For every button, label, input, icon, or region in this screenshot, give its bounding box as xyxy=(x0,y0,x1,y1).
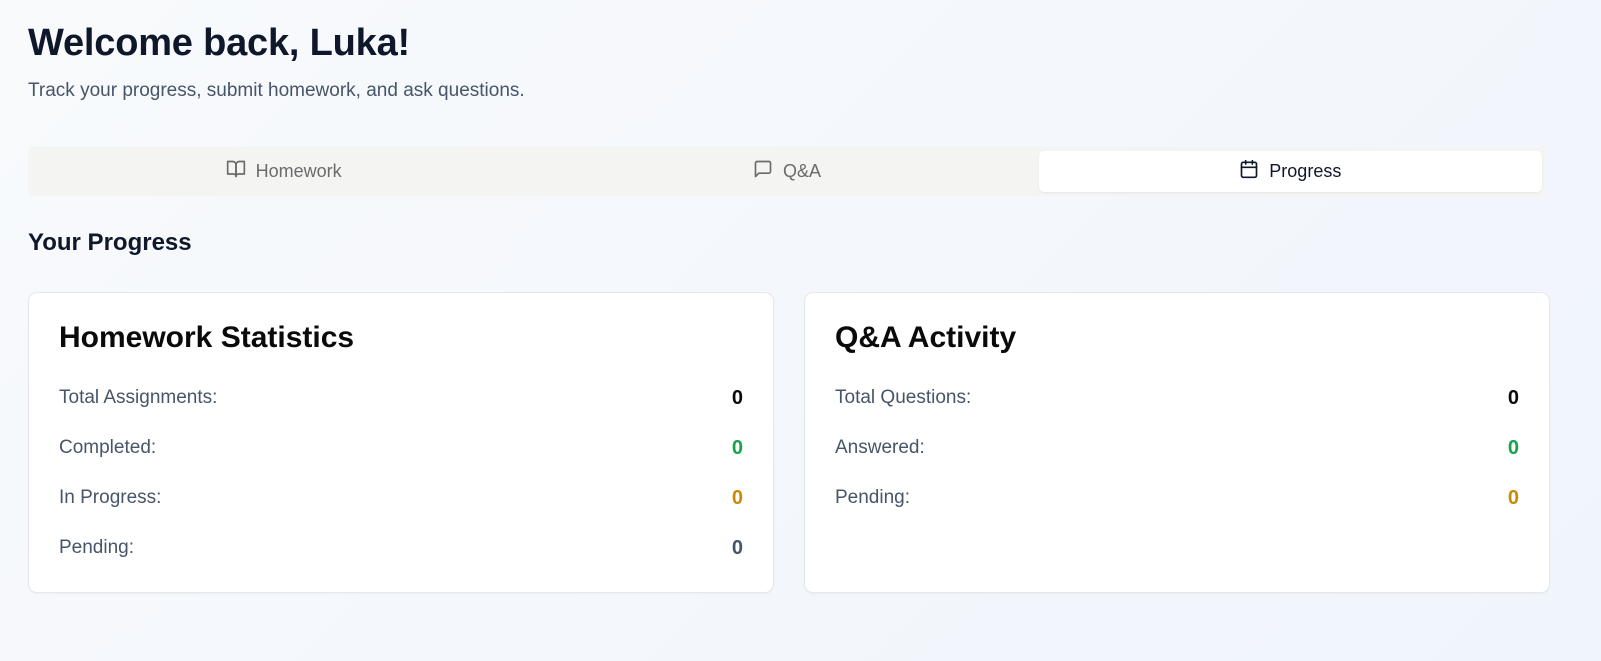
stat-row-total-questions: Total Questions: 0 xyxy=(835,373,1519,423)
stat-row-answered: Answered: 0 xyxy=(835,423,1519,473)
stat-label: Completed: xyxy=(59,437,157,458)
stat-label: In Progress: xyxy=(59,487,162,508)
qa-activity-card: Q&A Activity Total Questions: 0 Answered… xyxy=(804,292,1550,593)
tab-progress-label: Progress xyxy=(1269,161,1342,181)
tab-homework[interactable]: Homework xyxy=(32,151,535,192)
stat-value: 0 xyxy=(1507,436,1519,459)
card-title: Homework Statistics xyxy=(59,321,355,354)
tab-qa-label: Q&A xyxy=(782,161,821,181)
stat-value: 0 xyxy=(731,386,743,409)
stat-row-completed: Completed: 0 xyxy=(59,423,743,473)
tab-homework-label: Homework xyxy=(255,161,342,181)
stat-value: 0 xyxy=(731,486,743,509)
section-title: Your Progress xyxy=(28,229,192,256)
book-open-icon xyxy=(226,159,246,184)
stat-row-in-progress: In Progress: 0 xyxy=(59,473,743,523)
stat-value: 0 xyxy=(731,436,743,459)
page-title: Welcome back, Luka! xyxy=(28,22,410,64)
stat-value: 0 xyxy=(1507,386,1519,409)
card-title: Q&A Activity xyxy=(835,321,1017,354)
stat-label: Pending: xyxy=(835,487,911,508)
stat-value: 0 xyxy=(1507,486,1519,509)
stat-value: 0 xyxy=(731,536,743,559)
stat-label: Answered: xyxy=(835,437,925,458)
tab-progress[interactable]: Progress xyxy=(1038,151,1542,192)
calendar-icon xyxy=(1239,159,1259,184)
stat-label: Total Questions: xyxy=(835,387,972,408)
message-square-icon xyxy=(753,159,773,184)
stat-row-pending: Pending: 0 xyxy=(835,473,1519,523)
page-subtitle: Track your progress, submit homework, an… xyxy=(28,80,525,101)
stat-row-pending: Pending: 0 xyxy=(59,523,743,573)
tab-qa[interactable]: Q&A xyxy=(535,151,1038,192)
homework-statistics-card: Homework Statistics Total Assignments: 0… xyxy=(28,292,774,593)
stat-label: Total Assignments: xyxy=(59,387,218,408)
stat-label: Pending: xyxy=(59,537,135,558)
tab-list: Homework Q&A Progress xyxy=(28,147,1546,196)
stat-row-total-assignments: Total Assignments: 0 xyxy=(59,373,743,423)
